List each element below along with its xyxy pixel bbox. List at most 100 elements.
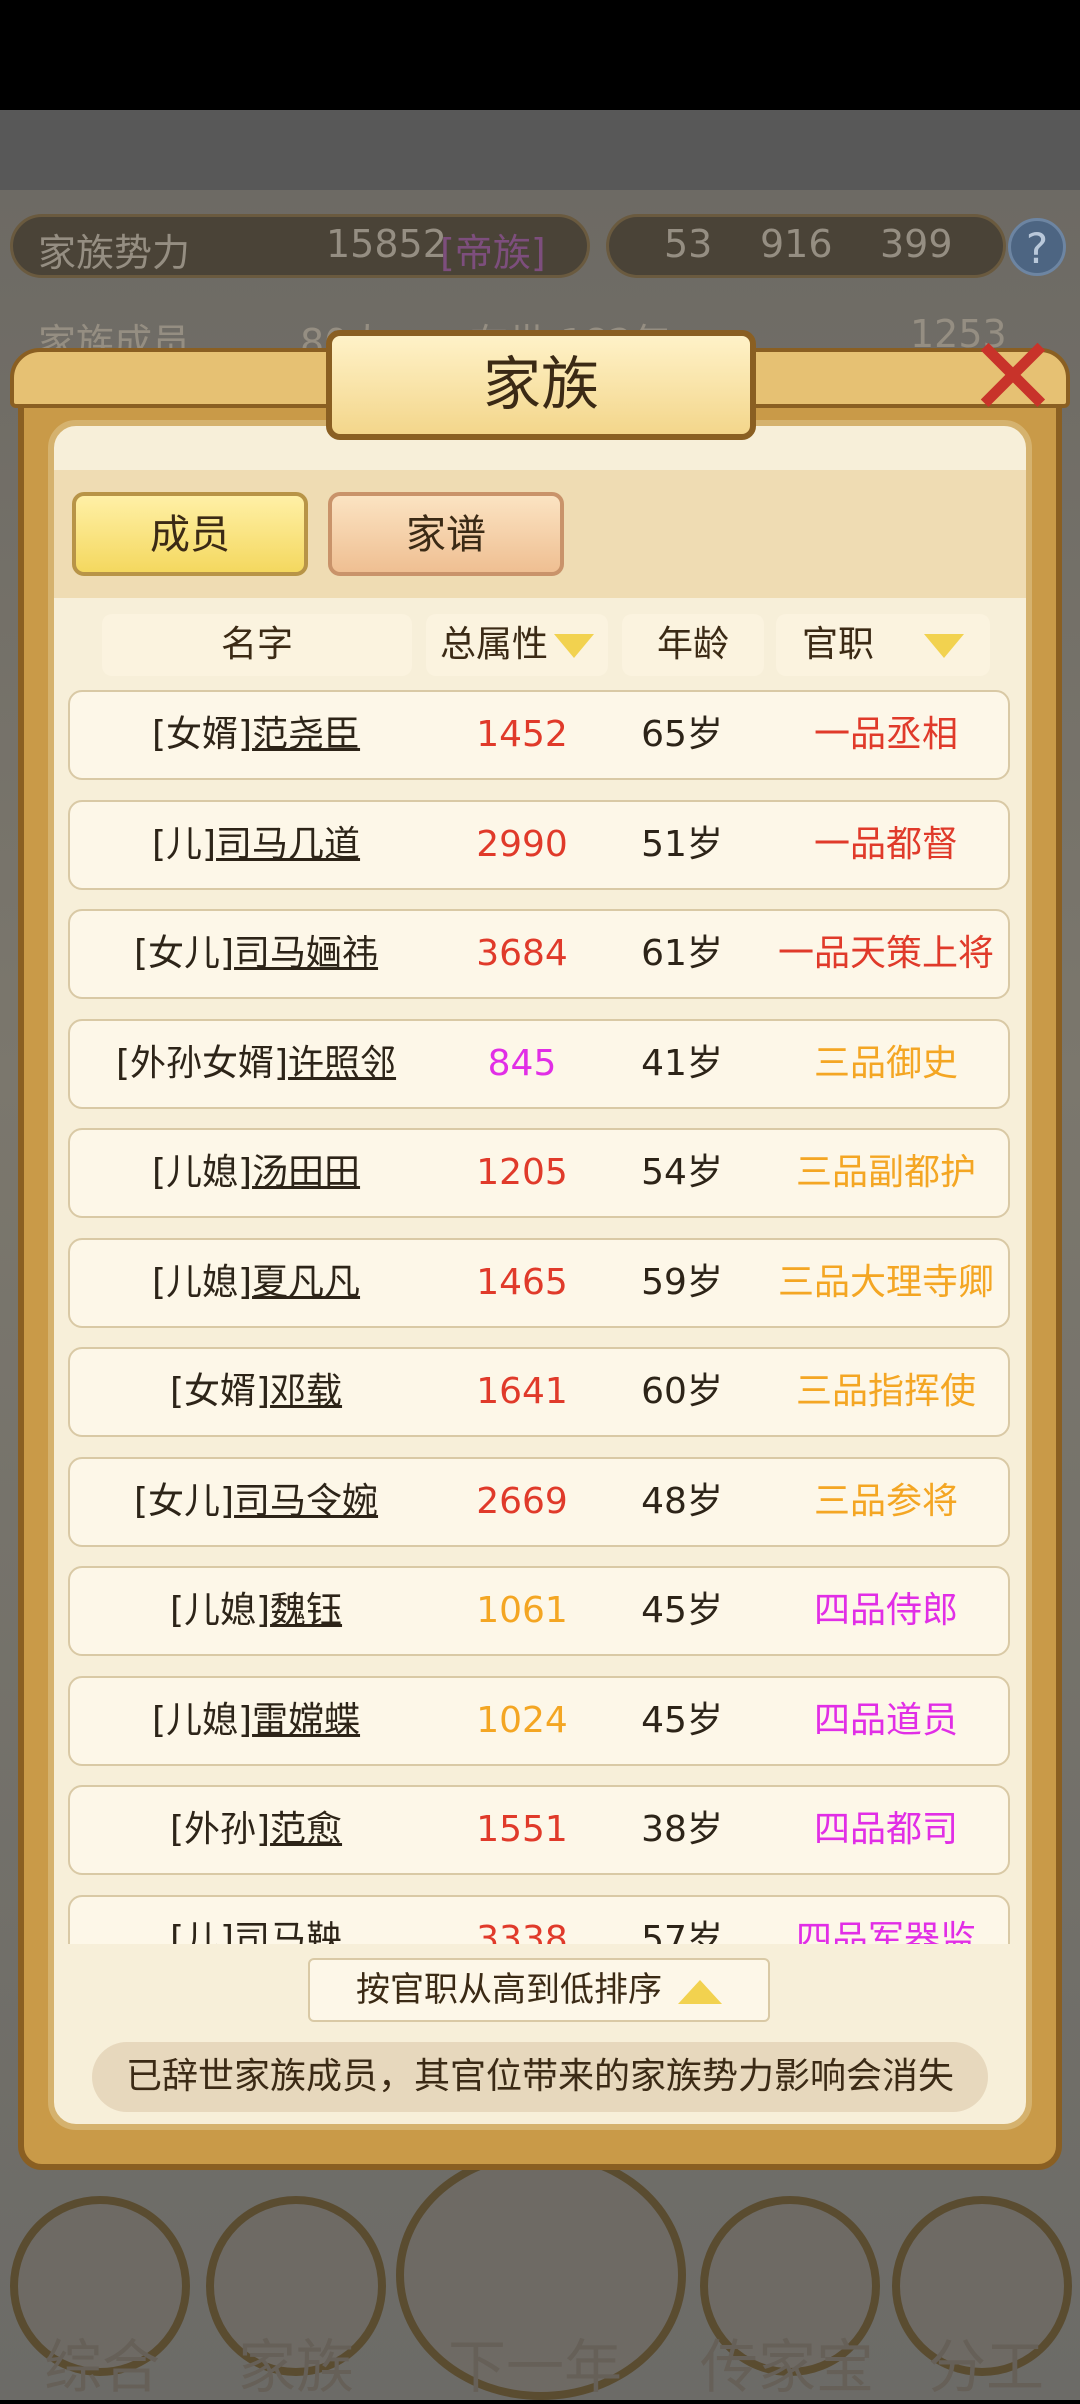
- sort-label: 按官职从高到低排序: [356, 1970, 662, 2010]
- member-name-link[interactable]: 司马鞅: [234, 1919, 342, 1945]
- member-relation: [外孙]: [169, 1809, 271, 1850]
- member-name-cell[interactable]: [外孙女婿]许照邻: [70, 1021, 442, 1107]
- member-age: 59岁: [641, 1261, 723, 1303]
- member-name-link[interactable]: 范尧臣: [252, 714, 360, 755]
- member-relation: [女儿]: [133, 933, 235, 974]
- sort-up-icon: [678, 1979, 722, 2004]
- member-age: 38岁: [641, 1809, 723, 1850]
- member-attr: 845: [487, 1042, 557, 1084]
- member-name-link[interactable]: 范愈: [270, 1809, 342, 1850]
- member-relation: [儿媳]: [151, 1152, 253, 1193]
- member-name-link[interactable]: 司马婳祎: [234, 933, 378, 974]
- member-attr: 1551: [476, 1809, 568, 1850]
- member-office: 三品指挥使: [795, 1371, 976, 1412]
- member-attr: 3338: [476, 1918, 568, 1945]
- member-relation: [女婿]: [169, 1371, 271, 1412]
- member-attr: 1024: [476, 1699, 568, 1741]
- member-row[interactable]: [儿媳]夏凡凡 1465 59岁 三品大理寺卿: [68, 1237, 1010, 1328]
- member-name-link[interactable]: 司马令婉: [234, 1481, 378, 1522]
- dialog-title: 家族: [326, 330, 756, 440]
- member-relation: [儿媳]: [151, 1699, 253, 1741]
- member-name-cell[interactable]: [儿]司马几道: [70, 802, 442, 888]
- nav-label-next-year[interactable]: 下一年: [448, 2320, 622, 2404]
- column-name-label: 名字: [220, 624, 293, 665]
- tab-genealogy[interactable]: 家谱: [328, 492, 564, 576]
- column-age-label: 年龄: [656, 624, 729, 665]
- member-list[interactable]: [女婿]范尧臣 1452 65岁 一品丞相 [儿]司马几道 2990 51岁 一品都督 [女儿]…: [60, 686, 1020, 1944]
- member-relation: [儿媳]: [169, 1590, 271, 1631]
- member-attr: 1205: [476, 1152, 568, 1193]
- member-row[interactable]: [儿]司马鞅 3338 57岁 四品军器监: [68, 1894, 1010, 1945]
- member-name-link[interactable]: 夏凡凡: [252, 1262, 360, 1303]
- member-name-cell[interactable]: [女婿]范尧臣: [70, 692, 442, 778]
- member-age: 45岁: [641, 1590, 723, 1631]
- title-wing-left: [10, 348, 340, 408]
- silver-count: 916: [760, 222, 833, 266]
- filter-down-icon: [924, 634, 964, 658]
- member-office: 三品参将: [813, 1480, 958, 1522]
- member-name-cell[interactable]: [外孙]范愈: [70, 1787, 442, 1873]
- member-attr: 1465: [476, 1261, 568, 1303]
- nav-label-clan[interactable]: 家族: [238, 2320, 354, 2404]
- member-name-cell[interactable]: [女儿]司马令婉: [70, 1459, 442, 1545]
- member-office: 四品道员: [813, 1699, 958, 1741]
- nav-label-general[interactable]: 综合: [44, 2320, 160, 2404]
- member-age: 51岁: [641, 823, 723, 865]
- member-age: 45岁: [641, 1699, 723, 1741]
- member-name-link[interactable]: 魏钰: [270, 1590, 342, 1631]
- member-row[interactable]: [外孙女婿]许照邻 845 41岁 三品御史: [68, 1018, 1010, 1109]
- column-header-age[interactable]: 年龄: [622, 614, 764, 676]
- member-row[interactable]: [儿媳]魏钰 1061 45岁 四品侍郎: [68, 1566, 1010, 1656]
- column-header-attr[interactable]: 总属性: [426, 614, 608, 676]
- member-name-link[interactable]: 许照邻: [288, 1043, 396, 1084]
- tab-members[interactable]: 成员: [72, 492, 308, 576]
- status-bar: [0, 0, 1080, 110]
- member-row[interactable]: [儿媳]汤田田 1205 54岁 三品副都护: [68, 1128, 1010, 1218]
- member-name-link[interactable]: 司马几道: [216, 824, 360, 865]
- member-row[interactable]: [女婿]邓载 1641 60岁 三品指挥使: [68, 1347, 1010, 1437]
- member-name-link[interactable]: 邓载: [270, 1371, 342, 1412]
- member-age: 60岁: [641, 1371, 723, 1412]
- nav-label-division[interactable]: 分工: [928, 2320, 1044, 2404]
- sort-down-icon: [554, 634, 594, 658]
- member-relation: [女婿]: [151, 714, 253, 755]
- member-name-cell[interactable]: [儿媳]夏凡凡: [70, 1240, 442, 1326]
- member-row[interactable]: [外孙]范愈 1551 38岁 四品都司: [68, 1785, 1010, 1875]
- member-relation: [儿媳]: [151, 1261, 253, 1303]
- column-header-office[interactable]: 官职: [776, 614, 990, 676]
- close-x-icon[interactable]: ✕: [958, 322, 1068, 432]
- member-office: 三品副都护: [795, 1152, 976, 1193]
- member-relation: [女儿]: [133, 1480, 235, 1522]
- help-icon[interactable]: ?: [1008, 218, 1066, 276]
- member-attr: 2669: [476, 1480, 568, 1522]
- member-age: 48岁: [641, 1480, 723, 1522]
- sort-by-office-button[interactable]: 按官职从高到低排序: [308, 1958, 770, 2022]
- member-row[interactable]: [女儿]司马婳祎 3684 61岁 一品天策上将: [68, 909, 1010, 999]
- member-name-cell[interactable]: [儿媳]魏钰: [70, 1568, 442, 1654]
- member-age: 41岁: [641, 1042, 723, 1084]
- member-attr: 1452: [476, 714, 568, 755]
- member-row[interactable]: [儿]司马几道 2990 51岁 一品都督: [68, 799, 1010, 890]
- member-row[interactable]: [儿媳]雷嫦蝶 1024 45岁 四品道员: [68, 1675, 1010, 1766]
- member-office: 四品军器监: [795, 1918, 976, 1945]
- member-office: 四品侍郎: [813, 1590, 958, 1631]
- clan-power-rank: [帝族]: [440, 231, 546, 275]
- deceased-notice: 已辞世家族成员，其官位带来的家族势力影响会消失: [92, 2042, 988, 2112]
- member-row[interactable]: [女婿]范尧臣 1452 65岁 一品丞相: [68, 690, 1010, 780]
- member-name-cell[interactable]: [儿媳]汤田田: [70, 1130, 442, 1216]
- column-header-name[interactable]: 名字: [102, 614, 412, 676]
- member-attr: 2990: [476, 823, 568, 865]
- member-attr: 3684: [476, 933, 568, 974]
- member-name-cell[interactable]: [女婿]邓载: [70, 1349, 442, 1435]
- member-name-cell[interactable]: [儿]司马鞅: [70, 1897, 442, 1945]
- member-row[interactable]: [女儿]司马令婉 2669 48岁 三品参将: [68, 1456, 1010, 1547]
- member-name-link[interactable]: 汤田田: [252, 1152, 360, 1193]
- member-name-cell[interactable]: [儿媳]雷嫦蝶: [70, 1678, 442, 1764]
- member-attr: 1061: [476, 1590, 568, 1631]
- clan-power-label: 家族势力: [38, 231, 191, 275]
- member-office: 一品天策上将: [777, 933, 994, 974]
- nav-label-heirloom[interactable]: 传家宝: [700, 2320, 874, 2404]
- member-name-cell[interactable]: [女儿]司马婳祎: [70, 911, 442, 997]
- member-attr: 1641: [476, 1371, 568, 1412]
- member-name-link[interactable]: 雷嫦蝶: [252, 1700, 360, 1741]
